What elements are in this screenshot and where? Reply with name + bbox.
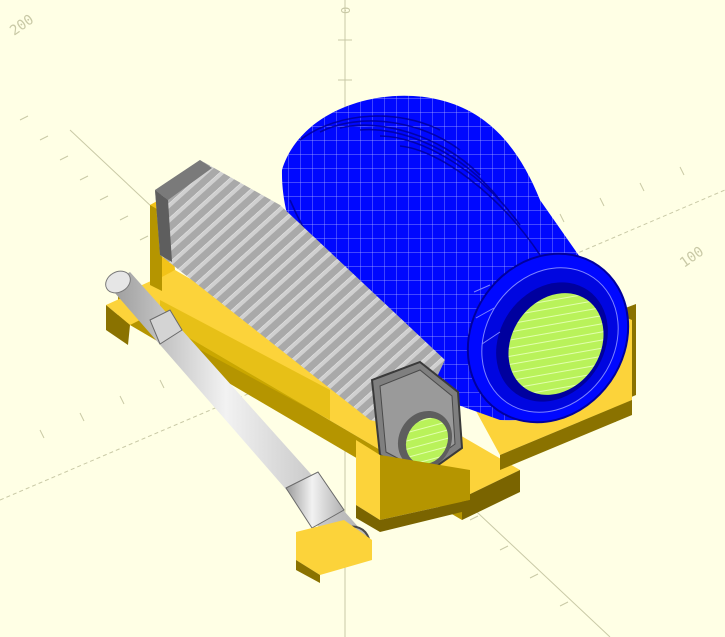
- axis-label-z: 0: [339, 7, 353, 14]
- viewport-3d[interactable]: 200 100 0: [0, 0, 725, 637]
- axis-label-100: 100: [677, 244, 707, 272]
- axis-label-200: 200: [7, 12, 37, 40]
- scene: 200 100 0: [0, 0, 725, 637]
